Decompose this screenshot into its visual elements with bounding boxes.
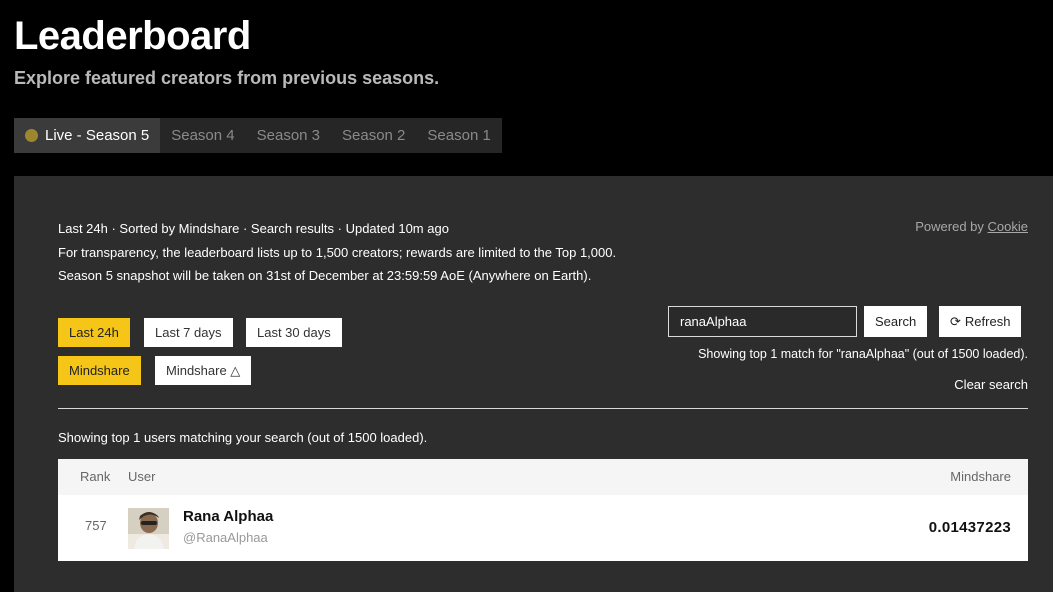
transparency-note: For transparency, the leaderboard lists …	[58, 245, 617, 260]
filter-last-30-days[interactable]: Last 30 days	[246, 318, 342, 347]
search-button[interactable]: Search	[864, 306, 928, 337]
mindshare-value: 0.01437223	[928, 519, 1011, 536]
season-tabs: Live - Season 5 Season 4 Season 3 Season…	[14, 118, 502, 153]
refresh-icon: ⟳	[950, 315, 961, 330]
sort-mindshare-delta[interactable]: Mindshare △	[155, 356, 252, 385]
table-row[interactable]: 757 Rana Alphaa @RanaAlphaa 0.01437223	[58, 495, 1028, 561]
results-summary: Showing top 1 users matching your search…	[58, 430, 428, 445]
sort-mindshare[interactable]: Mindshare	[58, 356, 141, 385]
row-rank: 757	[85, 518, 107, 533]
column-header-mindshare[interactable]: Mindshare	[950, 469, 1011, 484]
powered-by: Powered by Cookie	[915, 219, 1028, 234]
column-header-rank[interactable]: Rank	[80, 469, 110, 484]
status-line: Last 24h · Sorted by Mindshare · Search …	[58, 221, 449, 236]
avatar[interactable]	[128, 508, 169, 549]
search-match-text: Showing top 1 match for "ranaAlphaa" (ou…	[698, 347, 1028, 361]
live-dot-icon	[25, 129, 38, 142]
refresh-button[interactable]: ⟳ Refresh	[939, 306, 1022, 337]
tab-label: Live - Season 5	[45, 127, 150, 144]
page-title: Leaderboard	[14, 14, 251, 58]
powered-by-prefix: Powered by	[915, 219, 988, 234]
filter-last-24h[interactable]: Last 24h	[58, 318, 130, 347]
page-subtitle: Explore featured creators from previous …	[14, 68, 440, 88]
refresh-label: Refresh	[964, 314, 1011, 329]
user-handle: @RanaAlphaa	[183, 530, 268, 545]
tab-season-4[interactable]: Season 4	[160, 118, 245, 153]
tab-live-season-5[interactable]: Live - Season 5	[14, 118, 161, 153]
leaderboard-table: Rank User Mindshare 757 Rana Alphaa @Ran…	[58, 459, 1028, 561]
divider	[58, 408, 1028, 409]
tab-season-1[interactable]: Season 1	[416, 118, 501, 153]
table-header: Rank User Mindshare	[58, 459, 1028, 495]
user-name[interactable]: Rana Alphaa	[183, 508, 273, 525]
snapshot-note: Season 5 snapshot will be taken on 31st …	[58, 268, 592, 283]
column-header-user[interactable]: User	[128, 469, 155, 484]
search-input[interactable]	[668, 306, 857, 337]
filter-last-7-days[interactable]: Last 7 days	[144, 318, 233, 347]
leaderboard-panel: Last 24h · Sorted by Mindshare · Search …	[14, 176, 1053, 592]
tab-season-2[interactable]: Season 2	[331, 118, 416, 153]
tab-season-3[interactable]: Season 3	[246, 118, 331, 153]
clear-search-link[interactable]: Clear search	[954, 377, 1028, 392]
cookie-link[interactable]: Cookie	[988, 219, 1028, 234]
